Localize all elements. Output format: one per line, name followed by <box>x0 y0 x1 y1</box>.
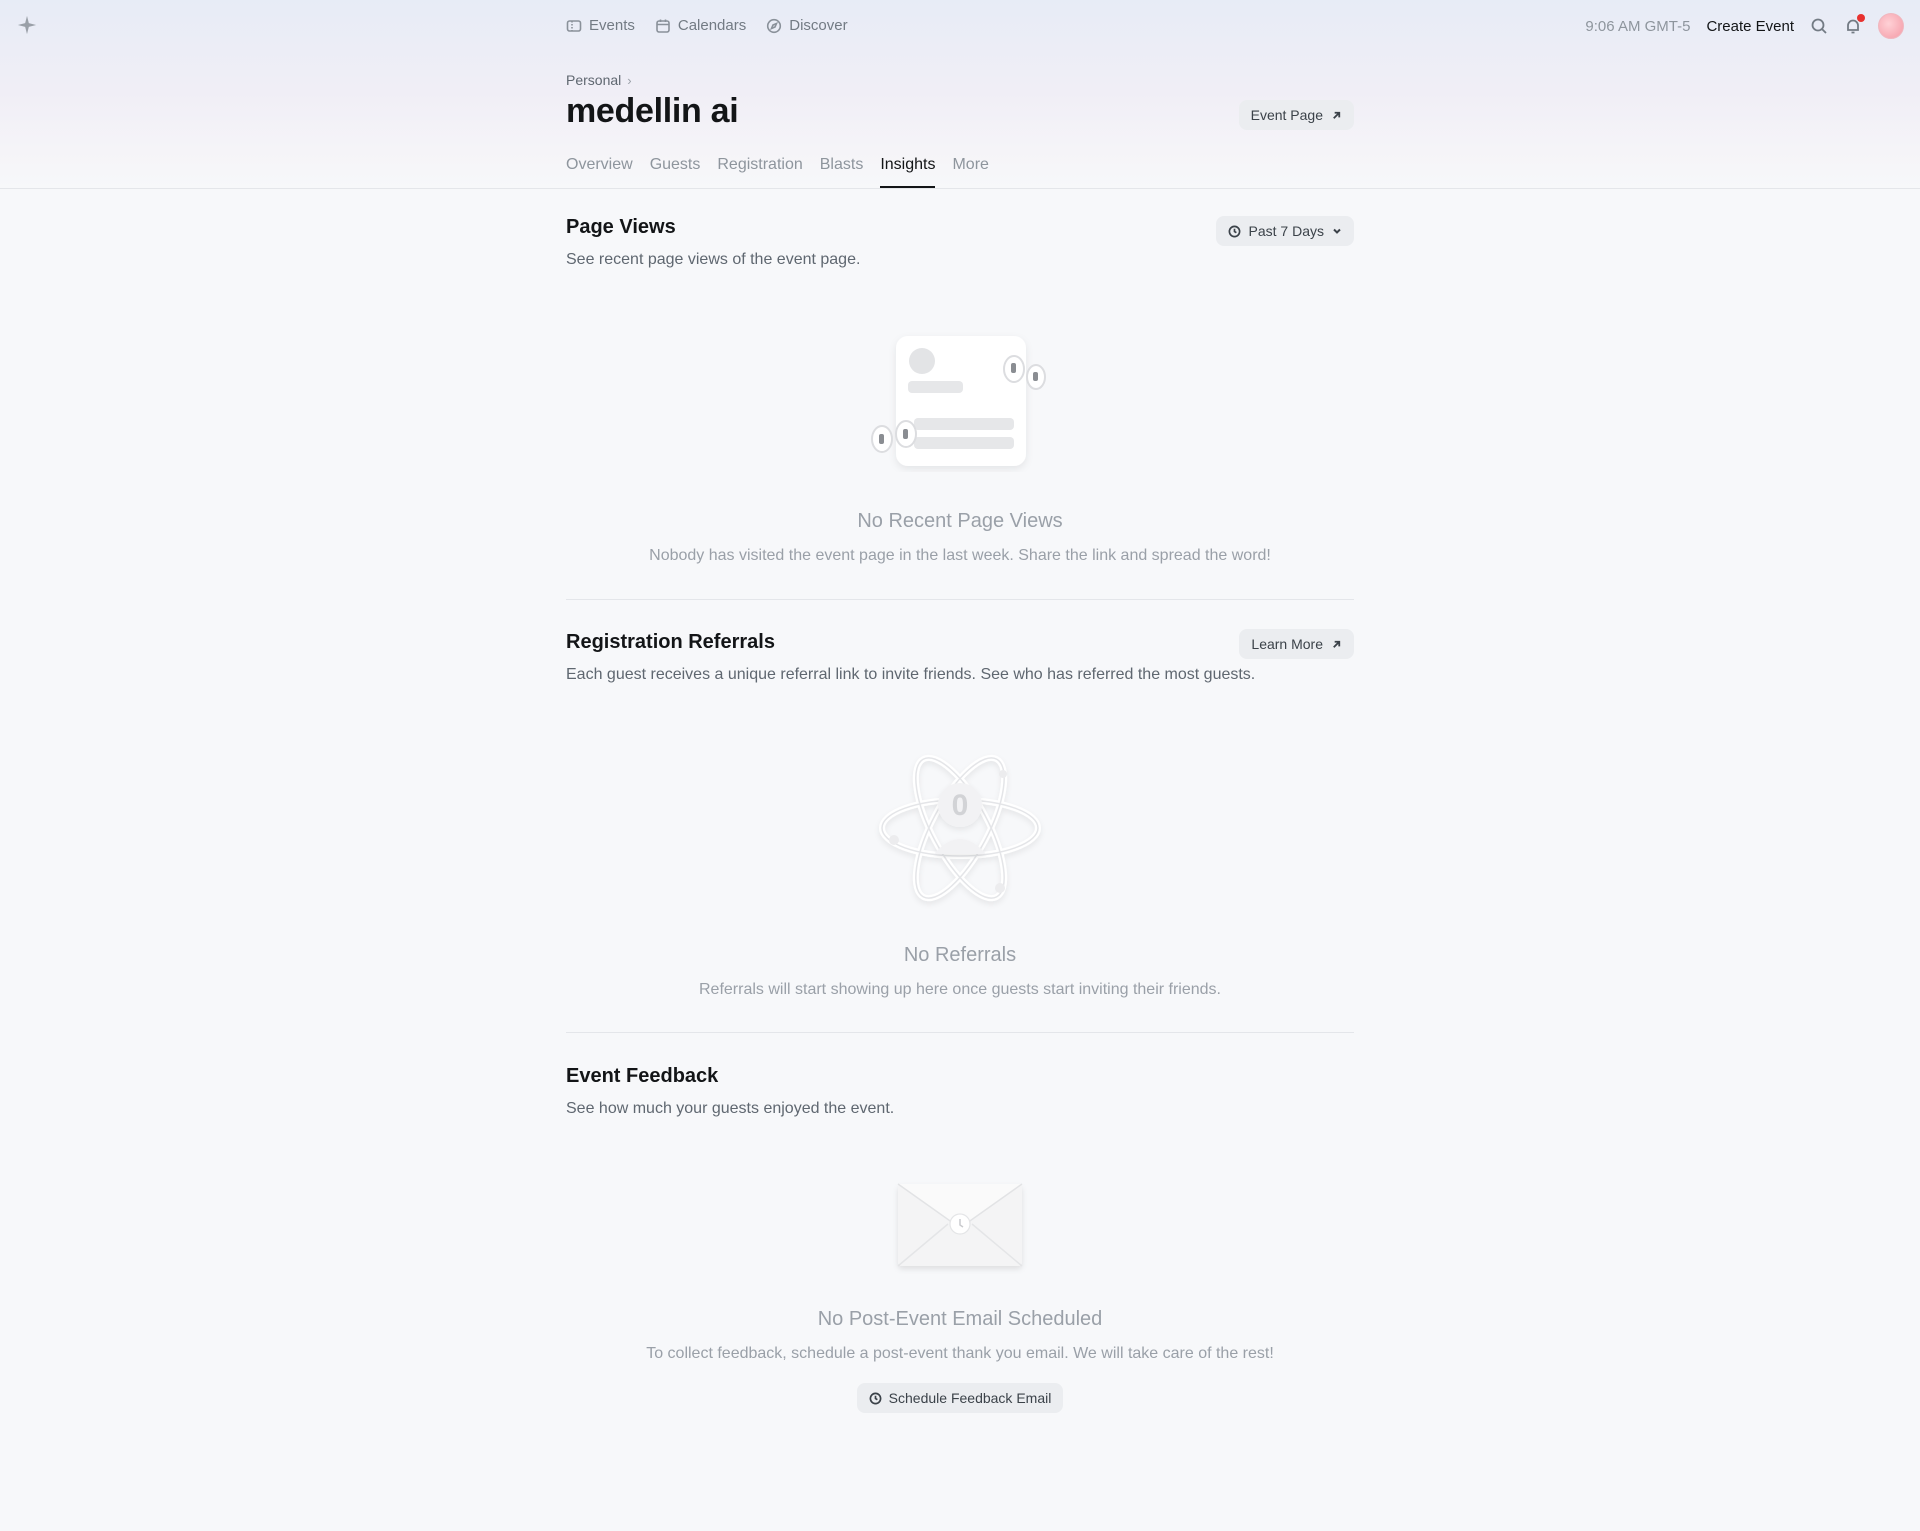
feedback-empty-title: No Post-Event Email Scheduled <box>817 1308 1103 1330</box>
clock-icon <box>869 1392 882 1404</box>
nav-right: 9:06 AM GMT-5 Create Event <box>1585 12 1904 40</box>
nav-calendars-link[interactable]: Calendars <box>655 16 746 36</box>
chevron-down-icon <box>1333 228 1341 234</box>
search-icon[interactable] <box>1810 17 1828 35</box>
notification-dot <box>1857 14 1865 22</box>
referrals-description: Each guest receives a unique referral li… <box>566 666 1256 683</box>
feedback-empty-desc: To collect feedback, schedule a post-eve… <box>646 1345 1274 1362</box>
nav-events-link[interactable]: Events <box>566 16 635 36</box>
avatar[interactable] <box>1878 13 1904 39</box>
tab-insights[interactable]: Insights <box>880 154 936 188</box>
tab-guests[interactable]: Guests <box>650 154 701 188</box>
top-nav: Events Calendars Discover 9:06 AM GMT-5 … <box>0 0 1920 52</box>
feedback-header: Event Feedback See how much your guests … <box>566 1065 1354 1118</box>
schedule-feedback-label: Schedule Feedback Email <box>888 1390 1052 1406</box>
date-range-label: Past 7 Days <box>1248 223 1324 239</box>
create-event-link[interactable]: Create Event <box>1706 18 1794 35</box>
clock-icon <box>1228 225 1240 237</box>
referrals-title: Registration Referrals <box>566 631 775 653</box>
tab-bar: Overview Guests Registration Blasts Insi… <box>566 154 989 188</box>
bell-icon[interactable] <box>1844 14 1865 35</box>
referrals-empty-title: No Referrals <box>903 944 1017 966</box>
page-views-empty-desc: Nobody has visited the event page in the… <box>649 547 1271 564</box>
page-views-illustration-icon <box>871 336 1046 466</box>
schedule-feedback-email-button[interactable]: Schedule Feedback Email <box>856 1383 1064 1413</box>
chevron-right-icon: › <box>627 72 632 88</box>
nav-events-label: Events <box>589 17 635 34</box>
referrals-empty-desc: Referrals will start showing up here onc… <box>698 981 1221 998</box>
page-views-description: See recent page views of the event page. <box>566 251 861 268</box>
page-views-empty-title: No Recent Page Views <box>857 510 1063 532</box>
compass-icon <box>767 18 782 34</box>
referrals-empty-state: No Referrals Referrals will start showin… <box>566 944 1354 999</box>
nav-discover-link[interactable]: Discover <box>766 16 848 36</box>
nav-discover-label: Discover <box>789 17 848 34</box>
event-page-label: Event Page <box>1250 107 1323 123</box>
page-title: medellin ai <box>566 92 739 130</box>
tab-overview[interactable]: Overview <box>566 154 633 188</box>
page: Events Calendars Discover 9:06 AM GMT-5 … <box>0 0 1920 1531</box>
nav-calendars-label: Calendars <box>677 17 747 34</box>
clock-text: 9:06 AM GMT-5 <box>1585 17 1691 35</box>
tab-more[interactable]: More <box>952 154 988 188</box>
page-views-header: Page Views See recent page views of the … <box>566 216 1354 269</box>
learn-more-label: Learn More <box>1251 636 1323 652</box>
schedule-button-wrap: Schedule Feedback Email <box>566 1383 1354 1413</box>
page-views-empty-state: No Recent Page Views Nobody has visited … <box>566 510 1354 565</box>
feedback-description: See how much your guests enjoyed the eve… <box>566 1100 895 1117</box>
ticket-icon <box>566 20 582 32</box>
breadcrumb[interactable]: Personal › <box>566 72 632 88</box>
nav-links: Events Calendars Discover <box>566 16 848 36</box>
tab-blasts[interactable]: Blasts <box>820 154 864 188</box>
sparkle-logo-icon[interactable] <box>16 14 38 36</box>
arrow-up-right-icon <box>1333 640 1341 648</box>
envelope-clock-icon <box>897 1183 1023 1267</box>
section-divider <box>566 1032 1354 1033</box>
referral-count: 0 <box>952 789 969 822</box>
event-page-button[interactable]: Event Page <box>1238 100 1354 130</box>
referrals-header: Registration Referrals Each guest receiv… <box>566 629 1354 684</box>
feedback-title: Event Feedback <box>566 1065 719 1087</box>
arrow-up-right-icon <box>1333 111 1341 119</box>
feedback-empty-state: No Post-Event Email Scheduled To collect… <box>566 1308 1354 1413</box>
calendar-icon <box>656 19 670 33</box>
breadcrumb-personal: Personal <box>566 72 622 88</box>
tabs-divider <box>0 188 1920 189</box>
referrals-atom-illustration-icon: 0 <box>879 754 1041 902</box>
tab-registration[interactable]: Registration <box>717 154 802 188</box>
learn-more-button[interactable]: Learn More <box>1239 629 1354 659</box>
date-range-dropdown[interactable]: Past 7 Days <box>1215 216 1354 246</box>
section-divider <box>566 599 1354 600</box>
